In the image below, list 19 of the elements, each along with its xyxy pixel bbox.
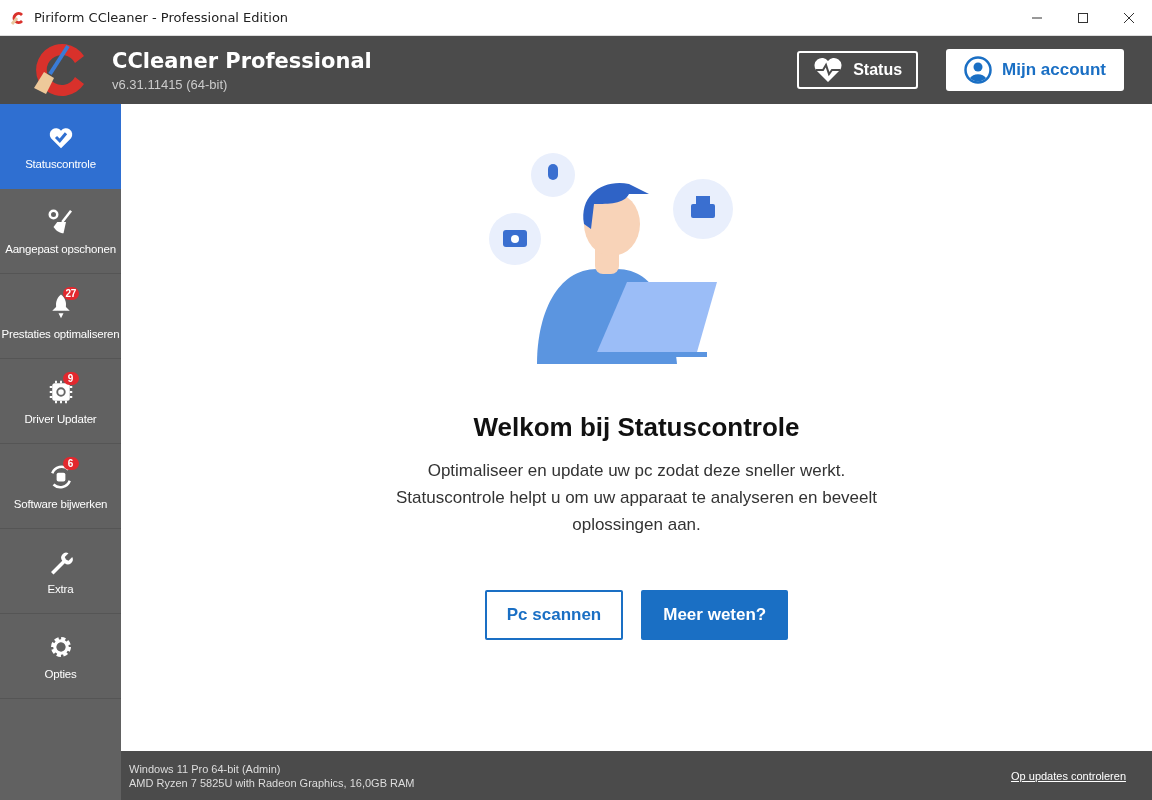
- product-name: CCleaner Professional: [112, 48, 373, 73]
- sidebar-item[interactable]: Statuscontrole: [0, 104, 121, 189]
- app-logo-icon: [10, 9, 26, 26]
- system-info-text: Windows 11 Pro 64-bit (Admin): [129, 762, 282, 775]
- version-text: v6.31.11415 (64-bit): [112, 76, 229, 92]
- status-button[interactable]: Status: [797, 51, 919, 89]
- check-updates-link[interactable]: Op updates controleren: [1011, 769, 1126, 782]
- window-title: Piriform CCleaner - Professional Edition: [34, 10, 290, 25]
- system-info-text: AMD Ryzen 7 5825U with Radeon Graphics, 16,0GB RAM: [129, 776, 416, 789]
- heart-pulse-icon: [813, 57, 844, 83]
- count-badge: 27: [62, 287, 80, 300]
- account-button[interactable]: Mijn account: [946, 49, 1124, 91]
- user-icon: [964, 56, 993, 84]
- scan-button[interactable]: Pc scannen: [484, 590, 624, 640]
- description-text: Optimaliseer en update uw pc zodat deze sneller werkt. Statuscontrole helpt u om uw apparaat te analyseren en beveelt oplossingen aan.: [395, 460, 878, 536]
- count-badge: 6: [62, 457, 79, 470]
- count-badge: 9: [62, 372, 79, 385]
- learn-more-button[interactable]: Meer weten?: [641, 590, 789, 640]
- welcome-heading: Welkom bij Statuscontrole: [473, 412, 800, 443]
